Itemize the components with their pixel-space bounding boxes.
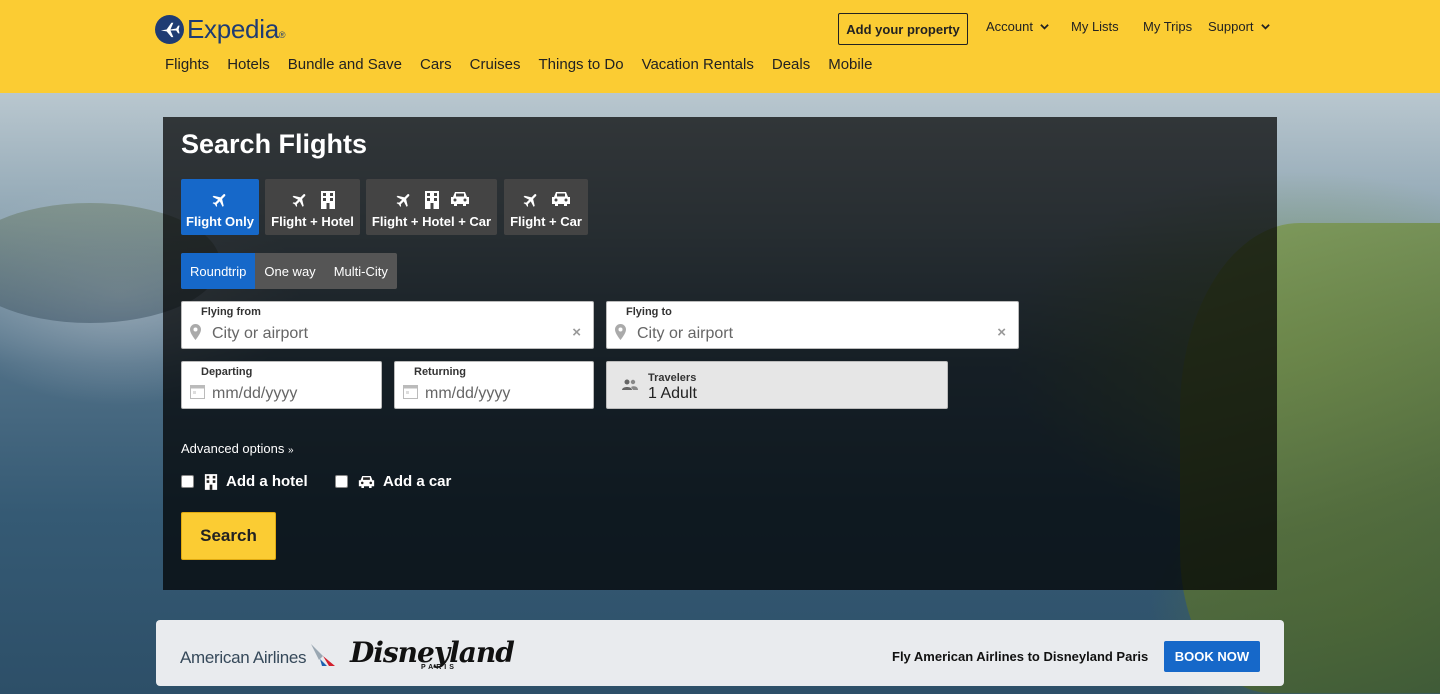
advanced-options-label: Advanced options — [181, 441, 285, 456]
travelers-icon — [622, 379, 638, 390]
trip-one-way[interactable]: One way — [255, 253, 324, 289]
globe-plane-icon — [155, 14, 184, 44]
building-icon — [320, 191, 335, 209]
nav-things-to-do[interactable]: Things to Do — [539, 56, 624, 73]
tab-flight-car[interactable]: Flight + Car — [504, 179, 588, 235]
departing-input[interactable]: mm/dd/yyyy — [212, 385, 297, 403]
nav-deals[interactable]: Deals — [772, 56, 810, 73]
flying-from-input[interactable]: City or airport — [212, 325, 308, 343]
nav-flights[interactable]: Flights — [165, 56, 209, 73]
american-airlines-logo: American Airlines — [180, 648, 307, 667]
clear-icon[interactable]: × — [572, 324, 581, 341]
nav-hotels[interactable]: Hotels — [227, 56, 270, 73]
tab-label: Flight + Hotel — [271, 214, 354, 229]
book-now-button[interactable]: BOOK NOW — [1164, 641, 1260, 672]
tab-flight-only[interactable]: Flight Only — [181, 179, 259, 235]
nav-bundle-and-save[interactable]: Bundle and Save — [288, 56, 402, 73]
flying-to-input[interactable]: City or airport — [637, 325, 733, 343]
tab-label: Flight Only — [186, 214, 254, 229]
returning-input[interactable]: mm/dd/yyyy — [425, 385, 510, 403]
nav-mobile[interactable]: Mobile — [828, 56, 872, 73]
main-nav: Flights Hotels Bundle and Save Cars Crui… — [165, 56, 890, 73]
flying-to-label: Flying to — [626, 306, 672, 318]
add-hotel-checkbox[interactable] — [181, 475, 194, 488]
trip-multi-city[interactable]: Multi-City — [325, 253, 397, 289]
trip-roundtrip[interactable]: Roundtrip — [181, 253, 256, 289]
calendar-icon — [403, 385, 418, 399]
expedia-logo[interactable]: Expedia ® — [155, 12, 286, 46]
tab-icons — [210, 191, 230, 209]
travelers-label: Travelers — [648, 372, 697, 384]
returning-field[interactable]: Returning mm/dd/yyyy — [394, 361, 594, 409]
add-car-option[interactable]: Add a car — [335, 473, 451, 490]
tab-icons — [394, 191, 470, 209]
promo-banner[interactable]: American Airlines Disneyland PARIS Fly A… — [156, 620, 1284, 686]
chevron-down-icon — [1260, 23, 1270, 30]
plane-icon — [523, 194, 537, 207]
search-button[interactable]: Search — [181, 512, 276, 560]
plane-icon — [396, 194, 409, 207]
car-icon — [552, 192, 570, 206]
site-header: Expedia ® Add your property Account My L… — [0, 0, 1440, 93]
calendar-icon — [190, 385, 205, 399]
my-lists-link[interactable]: My Lists — [1071, 19, 1119, 34]
add-hotel-option[interactable]: Add a hotel — [181, 473, 308, 490]
account-label: Account — [986, 19, 1033, 34]
returning-label: Returning — [414, 366, 466, 378]
tab-flight-hotel-car[interactable]: Flight + Hotel + Car — [366, 179, 497, 235]
map-pin-icon — [190, 324, 201, 340]
nav-cars[interactable]: Cars — [420, 56, 452, 73]
car-icon — [450, 192, 469, 206]
plane-icon — [212, 194, 226, 207]
nav-vacation-rentals[interactable]: Vacation Rentals — [642, 56, 754, 73]
clear-icon[interactable]: × — [997, 324, 1006, 341]
advanced-options-toggle[interactable]: Advanced options » — [181, 441, 294, 456]
add-car-checkbox[interactable] — [335, 475, 348, 488]
account-menu[interactable]: Account — [986, 19, 1049, 34]
chevron-down-icon — [1040, 23, 1049, 30]
flying-to-field[interactable]: Flying to City or airport × — [606, 301, 1019, 349]
support-menu[interactable]: Support — [1208, 19, 1270, 34]
logo-text: Expedia — [187, 13, 279, 44]
panel-title: Search Flights — [181, 129, 368, 159]
flying-from-label: Flying from — [201, 306, 261, 318]
car-icon — [358, 475, 375, 488]
support-label: Support — [1208, 19, 1254, 34]
tab-icons — [521, 191, 571, 209]
plane-icon — [292, 194, 305, 207]
logo-trademark: ® — [278, 30, 286, 40]
travelers-field[interactable]: Travelers 1 Adult — [606, 361, 948, 409]
tab-label: Flight + Hotel + Car — [371, 214, 492, 229]
add-property-button[interactable]: Add your property — [838, 13, 968, 45]
add-hotel-label: Add a hotel — [226, 473, 308, 490]
tab-flight-hotel[interactable]: Flight + Hotel — [265, 179, 360, 235]
tab-icons — [290, 191, 336, 209]
double-chevron-down-icon: » — [287, 445, 294, 456]
building-icon — [204, 473, 218, 490]
american-airlines-eagle-icon — [311, 644, 335, 666]
departing-label: Departing — [201, 366, 253, 378]
promo-text: Fly American Airlines to Disneyland Pari… — [892, 649, 1149, 664]
trip-type-selector: Roundtrip One way Multi-City — [181, 253, 397, 289]
my-trips-link[interactable]: My Trips — [1143, 19, 1192, 34]
map-pin-icon — [615, 324, 626, 340]
nav-cruises[interactable]: Cruises — [470, 56, 521, 73]
search-panel: Search Flights Flight Only Flight + Hote… — [163, 117, 1277, 590]
disneyland-sub: PARIS — [421, 664, 457, 671]
add-car-label: Add a car — [383, 473, 452, 490]
tab-label: Flight + Car — [510, 214, 582, 229]
travelers-value: 1 Adult — [648, 385, 697, 402]
departing-field[interactable]: Departing mm/dd/yyyy — [181, 361, 382, 409]
flying-from-field[interactable]: Flying from City or airport × — [181, 301, 594, 349]
building-icon — [424, 191, 439, 209]
